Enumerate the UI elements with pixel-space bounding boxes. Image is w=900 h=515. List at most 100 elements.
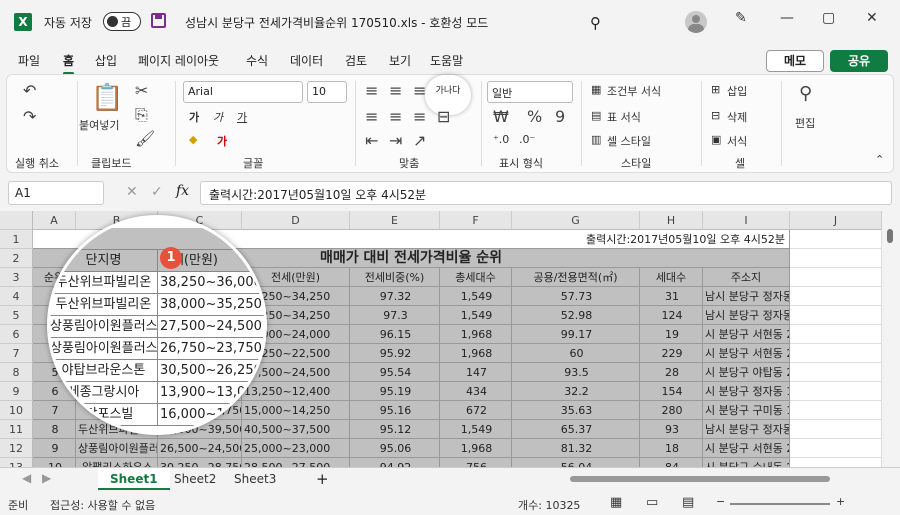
accessibility-status[interactable]: 접근성: 사용할 수 없음	[50, 497, 155, 513]
data-cell[interactable]: 95.12	[350, 420, 440, 439]
prev-sheet-icon[interactable]: ◀	[22, 471, 31, 485]
data-cell[interactable]: 28	[640, 363, 703, 382]
number-format-select[interactable]: 일반	[487, 81, 573, 103]
format-painter-icon[interactable]: 🖌	[135, 129, 155, 148]
name-box[interactable]: A1	[8, 181, 104, 205]
data-cell[interactable]: 18	[640, 439, 703, 458]
empty-cell[interactable]	[790, 306, 882, 325]
search-icon[interactable]: ⚲	[799, 83, 812, 104]
data-cell[interactable]: 434	[440, 382, 512, 401]
column-header[interactable]: I	[703, 211, 790, 230]
data-cell[interactable]: 시 분당구 수내동 23-1	[703, 458, 790, 467]
indent-increase-icon[interactable]: ⇥	[389, 131, 402, 150]
row-header[interactable]: 9	[0, 382, 33, 401]
align-top-icon[interactable]: ≡	[365, 81, 378, 100]
tab-page-layout[interactable]: 페이지 레이아웃	[138, 52, 219, 69]
underline-button[interactable]: 가	[237, 109, 247, 125]
column-header[interactable]: G	[512, 211, 640, 230]
data-cell[interactable]: 시 분당구 서현동 255-1	[703, 325, 790, 344]
table-format-icon[interactable]: ▤	[591, 109, 601, 122]
data-cell[interactable]: 93	[640, 420, 703, 439]
font-name-select[interactable]: Arial	[183, 81, 303, 103]
data-cell[interactable]: 57.73	[512, 287, 640, 306]
format-cells-button[interactable]: 서식	[727, 133, 747, 149]
data-cell[interactable]: 95.92	[350, 344, 440, 363]
data-cell[interactable]: 1,549	[440, 420, 512, 439]
column-title-cell[interactable]: 총세대수	[440, 268, 512, 287]
restore-button[interactable]: ▢	[822, 10, 835, 26]
data-cell[interactable]: 남시 분당구 정자동 7	[703, 287, 790, 306]
text-direction-icon[interactable]: ↗	[413, 131, 426, 150]
row-header[interactable]: 3	[0, 268, 33, 287]
data-cell[interactable]: 상풍림아이원플러스	[76, 439, 158, 458]
data-cell[interactable]: 35.63	[512, 401, 640, 420]
data-cell[interactable]: 25,000~23,000	[242, 439, 350, 458]
tab-review[interactable]: 검토	[345, 52, 367, 69]
copy-icon[interactable]: ⎘	[135, 105, 148, 125]
data-cell[interactable]: 147	[440, 363, 512, 382]
empty-cell[interactable]	[790, 363, 882, 382]
data-cell[interactable]: 1,549	[440, 287, 512, 306]
row-header[interactable]: 13	[0, 458, 33, 467]
data-cell[interactable]: 30,250~28,750	[158, 458, 242, 467]
pen-icon[interactable]: ✎	[735, 10, 747, 26]
share-button[interactable]: 공유	[830, 50, 888, 72]
indent-decrease-icon[interactable]: ⇤	[365, 131, 378, 150]
empty-cell[interactable]	[790, 325, 882, 344]
data-cell[interactable]: 97.32	[350, 287, 440, 306]
percent-icon[interactable]: %	[527, 107, 542, 126]
data-cell[interactable]: 19	[640, 325, 703, 344]
bold-button[interactable]: 가	[189, 109, 199, 125]
data-cell[interactable]: 99.17	[512, 325, 640, 344]
data-cell[interactable]: 95.16	[350, 401, 440, 420]
autosave-toggle[interactable]: 끔	[103, 12, 141, 31]
sheet-tab[interactable]: Sheet3	[222, 468, 288, 490]
data-cell[interactable]: 남시 분당구 정자동 7	[703, 420, 790, 439]
cell-style-icon[interactable]: ▥	[591, 133, 601, 146]
empty-cell[interactable]	[790, 287, 882, 306]
data-cell[interactable]: 시 분당구 야탑동 219-2	[703, 363, 790, 382]
data-cell[interactable]: 672	[440, 401, 512, 420]
align-left-icon[interactable]: ≡	[365, 107, 378, 126]
data-cell[interactable]: 81.32	[512, 439, 640, 458]
insert-cells-icon[interactable]: ⊞	[711, 83, 720, 96]
data-cell[interactable]: 94.92	[350, 458, 440, 467]
row-header[interactable]: 6	[0, 325, 33, 344]
add-sheet-button[interactable]: +	[316, 470, 329, 488]
clipboard-icon[interactable]: 📋	[91, 83, 123, 113]
conditional-format-icon[interactable]: ▦	[591, 83, 601, 96]
delete-cells-button[interactable]: 삭제	[727, 109, 747, 125]
row-header[interactable]: 2	[0, 249, 33, 268]
column-header[interactable]: H	[640, 211, 703, 230]
comma-icon[interactable]: 9	[555, 107, 565, 126]
column-title-cell[interactable]: 세대수	[640, 268, 703, 287]
italic-button[interactable]: 가	[213, 109, 223, 125]
row-header[interactable]: 7	[0, 344, 33, 363]
table-format-button[interactable]: 표 서식	[607, 109, 641, 125]
empty-cell[interactable]	[790, 344, 882, 363]
formula-input[interactable]: 출력시간:2017년05월10일 오후 4시52분	[200, 181, 892, 205]
data-cell[interactable]: 1,968	[440, 439, 512, 458]
fill-color-icon[interactable]: ◆	[189, 133, 197, 146]
data-cell[interactable]: 60	[512, 344, 640, 363]
conditional-format-button[interactable]: 조건부 서식	[607, 83, 661, 99]
data-cell[interactable]: 95.06	[350, 439, 440, 458]
data-cell[interactable]: 1,968	[440, 325, 512, 344]
horizontal-scrollbar[interactable]	[570, 476, 830, 482]
empty-cell[interactable]	[790, 439, 882, 458]
sheet-tab[interactable]: Sheet1	[98, 468, 170, 490]
data-cell[interactable]: 96.15	[350, 325, 440, 344]
zoom-in-icon[interactable]: +	[836, 495, 845, 508]
close-button[interactable]: ✕	[866, 10, 878, 26]
row-header[interactable]: 4	[0, 287, 33, 306]
data-cell[interactable]: 1,968	[440, 344, 512, 363]
data-cell[interactable]: 9	[33, 439, 76, 458]
tab-view[interactable]: 보기	[389, 52, 411, 69]
empty-cell[interactable]	[790, 249, 882, 268]
column-header[interactable]: J	[790, 211, 882, 230]
undo-icon[interactable]: ↶	[23, 81, 36, 100]
format-cells-icon[interactable]: ▣	[711, 133, 721, 146]
row-header[interactable]: 8	[0, 363, 33, 382]
font-color-button[interactable]: 가	[217, 133, 227, 149]
vertical-scrollbar[interactable]	[882, 211, 900, 467]
